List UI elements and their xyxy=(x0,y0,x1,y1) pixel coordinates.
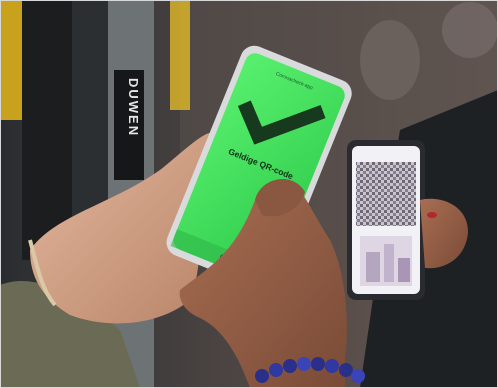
door-frame-yellow xyxy=(0,0,22,120)
bokeh-light xyxy=(360,20,420,100)
photo-scene: DUWEN Coronacheck-app Geldige QR-code xyxy=(0,0,498,388)
photo: DUWEN Coronacheck-app Geldige QR-code xyxy=(0,0,498,388)
fingernail-red xyxy=(427,212,437,218)
door-pillar xyxy=(22,0,72,260)
qr-code-icon xyxy=(356,162,416,226)
door-frame-yellow xyxy=(170,0,190,110)
pole-sign-text: DUWEN xyxy=(126,78,141,137)
bokeh-light xyxy=(442,2,498,58)
second-phone xyxy=(347,140,425,300)
